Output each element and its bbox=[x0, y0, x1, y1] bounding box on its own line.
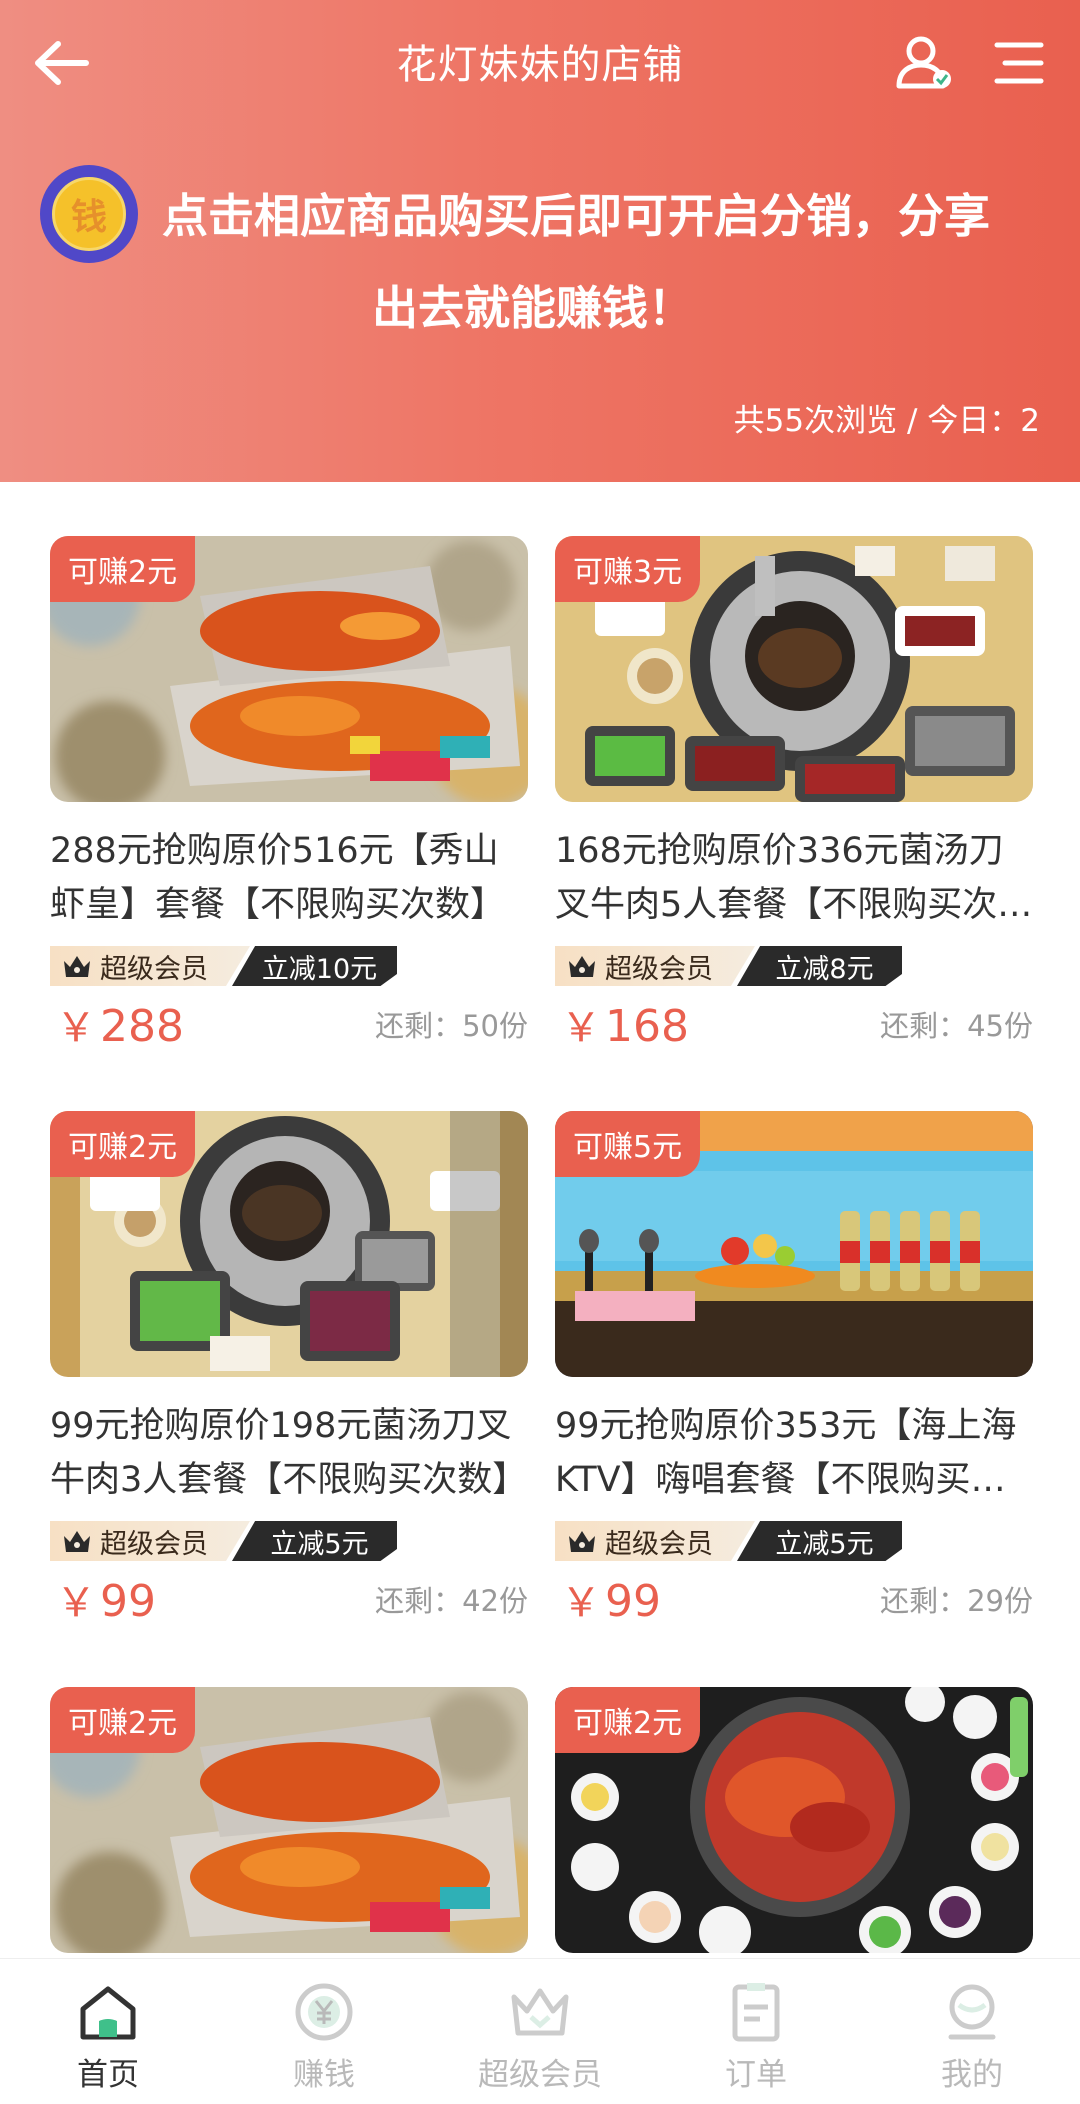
price-row: ￥168 还剩：45份 bbox=[555, 994, 1033, 1054]
product-card[interactable]: 可赚2元 288元抢购原价516元【秀山虾皇】套餐【不限购买次数】 超级会员 立… bbox=[50, 536, 528, 1054]
earn-tag: 可赚2元 bbox=[50, 536, 196, 602]
menu-button[interactable] bbox=[984, 30, 1054, 96]
member-badge: 超级会员 bbox=[50, 946, 250, 986]
member-badge: 超级会员 bbox=[555, 946, 755, 986]
nav-label: 赚钱 bbox=[293, 2057, 355, 2093]
discount-label: 立减8元 bbox=[737, 946, 902, 986]
nav-item-earn[interactable]: 赚钱 bbox=[216, 1959, 432, 2104]
promo-line-1: 点击相应商品购买后即可开启分销，分享 bbox=[162, 189, 990, 243]
currency-symbol: ￥ bbox=[561, 1005, 601, 1051]
product-card[interactable]: 可赚2元 bbox=[555, 1687, 1033, 1953]
crown-icon bbox=[567, 1528, 597, 1554]
product-name[interactable]: 99元抢购原价198元菌汤刀叉牛肉3人套餐【不限购买次数】 bbox=[50, 1399, 528, 1507]
earn-tag: 可赚2元 bbox=[555, 1687, 701, 1753]
profile-icon bbox=[941, 1981, 1003, 2043]
nav-item-mine[interactable]: 我的 bbox=[864, 1959, 1080, 2104]
coin-face: 钱 bbox=[52, 177, 126, 251]
member-badge: 超级会员 bbox=[50, 1521, 250, 1561]
nav-item-home[interactable]: 首页 bbox=[0, 1959, 216, 2104]
product-name[interactable]: 168元抢购原价336元菌汤刀叉牛肉5人套餐【不限购买次数】 bbox=[555, 824, 1033, 932]
product-image[interactable]: 可赚2元 bbox=[50, 1687, 528, 1953]
crown-icon bbox=[62, 953, 92, 979]
crown-icon bbox=[567, 953, 597, 979]
home-icon bbox=[77, 1981, 139, 2043]
nav-label: 我的 bbox=[941, 2057, 1003, 2093]
product-name[interactable]: 288元抢购原价516元【秀山虾皇】套餐【不限购买次数】 bbox=[50, 824, 528, 932]
member-discount-badge: 超级会员 立减5元 bbox=[555, 1521, 902, 1561]
nav-label: 首页 bbox=[77, 2057, 139, 2093]
price: ￥99 bbox=[50, 1570, 156, 1628]
member-discount-badge: 超级会员 立减8元 bbox=[555, 946, 902, 986]
product-card[interactable]: 可赚2元 99元抢购原价198元菌汤刀叉牛肉3人套餐【不限购买次数】 超级会员 … bbox=[50, 1111, 528, 1629]
member-label: 超级会员 bbox=[605, 953, 713, 985]
earn-tag: 可赚2元 bbox=[50, 1111, 196, 1177]
price-value: 288 bbox=[100, 1001, 184, 1052]
product-image[interactable]: 可赚3元 bbox=[555, 536, 1033, 802]
member-discount-badge: 超级会员 立减5元 bbox=[50, 1521, 397, 1561]
member-badge: 超级会员 bbox=[555, 1521, 755, 1561]
earn-tag: 可赚2元 bbox=[50, 1687, 196, 1753]
product-name[interactable]: 99元抢购原价353元【海上海KTV】嗨唱套餐【不限购买次数】 bbox=[555, 1399, 1033, 1507]
order-clipboard-icon bbox=[725, 1981, 787, 2043]
product-card[interactable]: 可赚2元 bbox=[50, 1687, 528, 1953]
shop-header: 花灯妹妹的店铺 钱 点击相应商品购买后即可开启分销，分享 出去就能赚钱！ 共55… bbox=[0, 0, 1080, 482]
crown-icon bbox=[509, 1981, 571, 2043]
currency-symbol: ￥ bbox=[561, 1580, 601, 1626]
currency-symbol: ￥ bbox=[56, 1580, 96, 1626]
nav-item-orders[interactable]: 订单 bbox=[648, 1959, 864, 2104]
crown-icon bbox=[62, 1528, 92, 1554]
price: ￥168 bbox=[555, 995, 689, 1053]
price: ￥99 bbox=[555, 1570, 661, 1628]
product-card[interactable]: 可赚5元 99元抢购原价353元【海上海KTV】嗨唱套餐【不限购买次数】 超级会… bbox=[555, 1111, 1033, 1629]
bottom-nav: 首页 赚钱 超级会员 订单 我的 bbox=[0, 1958, 1080, 2104]
earn-tag: 可赚5元 bbox=[555, 1111, 701, 1177]
product-image[interactable]: 可赚2元 bbox=[50, 536, 528, 802]
price-row: ￥99 还剩：42份 bbox=[50, 1569, 528, 1629]
discount-label: 立减5元 bbox=[232, 1521, 397, 1561]
price-value: 99 bbox=[100, 1576, 156, 1627]
coin-icon: 钱 bbox=[40, 165, 138, 263]
price-value: 168 bbox=[605, 1001, 689, 1052]
nav-label: 超级会员 bbox=[478, 2057, 602, 2093]
product-image[interactable]: 可赚2元 bbox=[555, 1687, 1033, 1953]
discount-label: 立减5元 bbox=[737, 1521, 902, 1561]
menu-icon bbox=[994, 42, 1044, 84]
stock-remaining: 还剩：45份 bbox=[880, 1009, 1033, 1043]
discount-label: 立减10元 bbox=[232, 946, 397, 986]
user-button[interactable] bbox=[890, 30, 960, 96]
promo-line-2: 出去就能赚钱！ bbox=[372, 281, 694, 335]
stock-remaining: 还剩：50份 bbox=[375, 1009, 528, 1043]
stock-remaining: 还剩：29份 bbox=[880, 1584, 1033, 1618]
member-label: 超级会员 bbox=[605, 1528, 713, 1560]
product-image[interactable]: 可赚2元 bbox=[50, 1111, 528, 1377]
price-row: ￥288 还剩：50份 bbox=[50, 994, 528, 1054]
user-verified-icon bbox=[896, 36, 951, 89]
top-bar: 花灯妹妹的店铺 bbox=[0, 0, 1080, 128]
stock-remaining: 还剩：42份 bbox=[375, 1584, 528, 1618]
product-card[interactable]: 可赚3元 168元抢购原价336元菌汤刀叉牛肉5人套餐【不限购买次数】 超级会员… bbox=[555, 536, 1033, 1054]
currency-symbol: ￥ bbox=[56, 1005, 96, 1051]
view-count: 共55次浏览 / 今日：2 bbox=[733, 403, 1040, 439]
price-row: ￥99 还剩：29份 bbox=[555, 1569, 1033, 1629]
price-value: 99 bbox=[605, 1576, 661, 1627]
member-discount-badge: 超级会员 立减10元 bbox=[50, 946, 397, 986]
price: ￥288 bbox=[50, 995, 184, 1053]
nav-label: 订单 bbox=[725, 2057, 787, 2093]
member-label: 超级会员 bbox=[100, 953, 208, 985]
product-image[interactable]: 可赚5元 bbox=[555, 1111, 1033, 1377]
promo-banner-text: 点击相应商品购买后即可开启分销，分享 出去就能赚钱！ bbox=[160, 170, 1050, 354]
earn-tag: 可赚3元 bbox=[555, 536, 701, 602]
yen-coin-icon bbox=[293, 1981, 355, 2043]
nav-item-super-member[interactable]: 超级会员 bbox=[432, 1959, 648, 2104]
member-label: 超级会员 bbox=[100, 1528, 208, 1560]
